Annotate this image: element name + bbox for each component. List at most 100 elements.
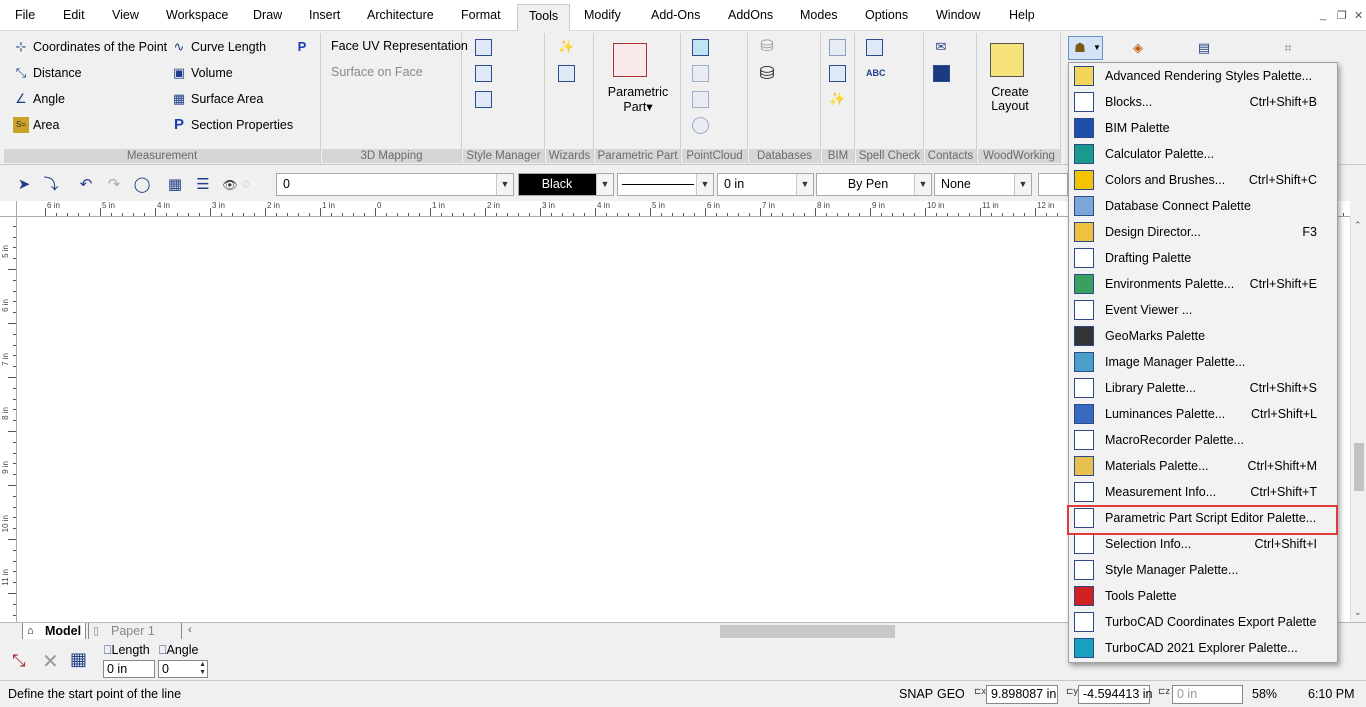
dropdown-item[interactable]: Selection Info... Ctrl+Shift+I: [1069, 531, 1337, 557]
select-arrow-icon[interactable]: ➤: [13, 174, 35, 196]
menu-modify[interactable]: Modify: [584, 8, 621, 22]
render-cube-icon[interactable]: ◈: [1130, 40, 1146, 56]
database-icon[interactable]: ⛁: [759, 64, 775, 82]
layers-icon[interactable]: ☰: [192, 174, 214, 196]
vertical-scrollbar[interactable]: ⌃ ⌄: [1350, 217, 1366, 622]
line-width-combo[interactable]: 0 in ▼: [717, 173, 814, 196]
dropdown-item[interactable]: MacroRecorder Palette...: [1069, 427, 1337, 453]
chevron-down-icon[interactable]: ▼: [696, 174, 713, 195]
menu-window[interactable]: Window: [936, 8, 980, 22]
bim-wand-icon[interactable]: ✨: [829, 91, 845, 107]
dropdown-item[interactable]: Tools Palette: [1069, 583, 1337, 609]
style-icon[interactable]: [475, 39, 492, 56]
angle-button[interactable]: ∠ Angle: [13, 91, 65, 107]
bim-2-icon[interactable]: [829, 65, 846, 82]
coordinates-button[interactable]: ⊹ Coordinates of the Point: [13, 39, 168, 55]
menu-options[interactable]: Options: [865, 8, 908, 22]
lock-icon[interactable]: ♢: [235, 174, 257, 196]
scroll-left-icon[interactable]: ‹: [188, 624, 192, 636]
dropdown-item[interactable]: Colors and Brushes... Ctrl+Shift+C: [1069, 167, 1337, 193]
scroll-up-icon[interactable]: ⌃: [1354, 220, 1362, 231]
line-tool-icon[interactable]: ⤡: [12, 651, 26, 671]
spell-check-doc-icon[interactable]: [866, 39, 883, 56]
dropdown-item[interactable]: TurboCAD 2021 Explorer Palette...: [1069, 635, 1337, 661]
chevron-down-icon[interactable]: ▼: [596, 174, 613, 195]
inspector-grid-icon[interactable]: ▦: [70, 649, 87, 670]
menu-modes[interactable]: Modes: [800, 8, 838, 22]
menu-tools[interactable]: Tools: [517, 4, 571, 32]
scroll-down-icon[interactable]: ⌄: [1354, 607, 1362, 618]
dropdown-item[interactable]: Database Connect Palette: [1069, 193, 1337, 219]
parametric-part-icon[interactable]: [613, 43, 647, 77]
dropdown-item[interactable]: Measurement Info... Ctrl+Shift+T: [1069, 479, 1337, 505]
dropdown-item[interactable]: Luminances Palette... Ctrl+Shift+L: [1069, 401, 1337, 427]
menu-edit[interactable]: Edit: [63, 8, 85, 22]
chevron-down-icon[interactable]: ▼: [914, 174, 931, 195]
distance-button[interactable]: ⤡ Distance: [13, 65, 82, 81]
dropdown-item[interactable]: Design Director... F3: [1069, 219, 1337, 245]
spell-check-abc-icon[interactable]: ABC: [866, 65, 886, 81]
menu-view[interactable]: View: [112, 8, 139, 22]
close-icon[interactable]: ✕: [1354, 9, 1363, 22]
dropdown-item[interactable]: BIM Palette: [1069, 115, 1337, 141]
volume-button[interactable]: ▣ Volume: [171, 65, 233, 81]
restore-icon[interactable]: ❐: [1337, 9, 1347, 22]
chevron-down-icon[interactable]: ▼: [496, 174, 513, 195]
redo-icon[interactable]: ↷: [103, 174, 125, 196]
menu-addons[interactable]: AddOns: [728, 8, 773, 22]
style-apply-icon[interactable]: [475, 91, 492, 108]
dropdown-item[interactable]: Environments Palette... Ctrl+Shift+E: [1069, 271, 1337, 297]
lasso-icon[interactable]: ◯: [131, 174, 153, 196]
menu-insert[interactable]: Insert: [309, 8, 340, 22]
bim-1-icon[interactable]: [829, 39, 846, 56]
x-coordinate-field[interactable]: 9.898087 in: [986, 685, 1058, 704]
wizard-wand-icon[interactable]: ✨: [558, 39, 574, 55]
y-coordinate-field[interactable]: -4.594413 in: [1078, 685, 1153, 704]
document-icon[interactable]: ▤: [1196, 40, 1212, 56]
database-disabled-icon[interactable]: ⛁: [759, 39, 775, 55]
create-layout-icon[interactable]: [990, 43, 1024, 77]
layer-combo[interactable]: 0 ▼: [276, 173, 514, 196]
pen-combo[interactable]: By Pen ▼: [816, 173, 932, 196]
inspector-table-icon[interactable]: ▦: [164, 174, 186, 196]
lock-icon[interactable]: ⎕: [104, 643, 112, 657]
chevron-down-icon[interactable]: ▼: [1014, 174, 1031, 195]
geo-toggle[interactable]: GEO: [937, 687, 965, 701]
properties-p-icon[interactable]: P: [294, 39, 310, 55]
length-input[interactable]: 0 in: [103, 660, 155, 678]
dropdown-item[interactable]: Blocks... Ctrl+Shift+B: [1069, 89, 1337, 115]
dropdown-item[interactable]: Drafting Palette: [1069, 245, 1337, 271]
palettes-dropdown-button[interactable]: ☗ ▼: [1068, 36, 1103, 60]
menu-architecture[interactable]: Architecture: [367, 8, 434, 22]
wizard-image-icon[interactable]: [558, 65, 575, 82]
undo-icon[interactable]: ↶: [75, 174, 97, 196]
pointcloud-icon[interactable]: [692, 39, 709, 56]
menu-add-ons[interactable]: Add-Ons: [651, 8, 700, 22]
dropdown-item[interactable]: Image Manager Palette...: [1069, 349, 1337, 375]
fill-combo[interactable]: None ▼: [934, 173, 1032, 196]
vertical-scroll-thumb[interactable]: [1354, 443, 1364, 491]
horizontal-scroll-thumb[interactable]: [720, 625, 895, 638]
menu-file[interactable]: File: [15, 8, 35, 22]
face-uv-button[interactable]: Face UV Representation: [331, 39, 468, 53]
pointcloud-2-icon[interactable]: [692, 65, 709, 82]
chevron-down-icon[interactable]: ▼: [796, 174, 813, 195]
select-grid-icon[interactable]: ⌗: [1280, 40, 1296, 56]
dropdown-item[interactable]: Event Viewer ...: [1069, 297, 1337, 323]
pen-color-combo[interactable]: Black ▼: [518, 173, 614, 196]
dropdown-item[interactable]: Style Manager Palette...: [1069, 557, 1337, 583]
dropdown-item[interactable]: GeoMarks Palette: [1069, 323, 1337, 349]
menu-workspace[interactable]: Workspace: [166, 8, 228, 22]
dropdown-item[interactable]: TurboCAD Coordinates Export Palette: [1069, 609, 1337, 635]
dropdown-item[interactable]: Parametric Part Script Editor Palette...: [1069, 505, 1337, 531]
line-style-combo[interactable]: ▼: [617, 173, 714, 196]
mail-icon[interactable]: ✉: [933, 39, 949, 55]
create-layout-button[interactable]: Create Layout: [980, 85, 1040, 113]
parametric-part-button[interactable]: Parametric Part▾: [601, 85, 675, 114]
dropdown-item[interactable]: Calculator Palette...: [1069, 141, 1337, 167]
area-button[interactable]: S= Area: [13, 117, 59, 133]
pointcloud-3-icon[interactable]: [692, 91, 709, 108]
extra-combo[interactable]: [1038, 173, 1068, 196]
select-filter-icon[interactable]: ⤵: [40, 174, 62, 196]
z-coordinate-field[interactable]: 0 in: [1172, 685, 1243, 704]
